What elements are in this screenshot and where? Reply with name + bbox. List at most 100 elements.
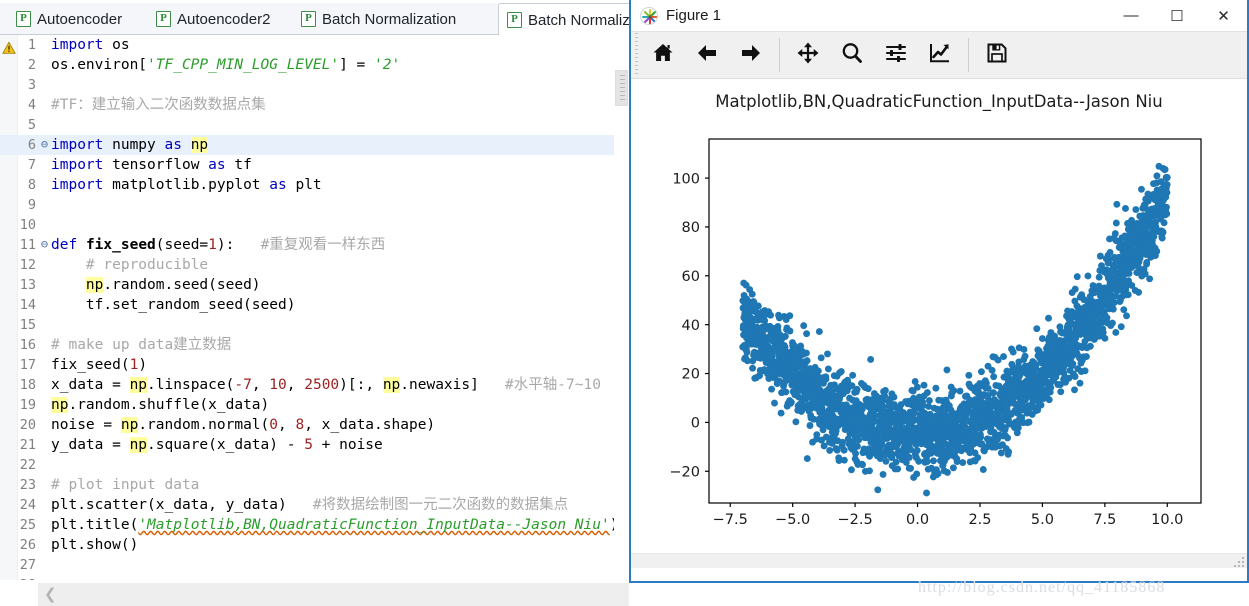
line-number: 23 [0,475,36,495]
code-text: import numpy as np [51,135,208,155]
figure-toolbar [631,31,1247,79]
code-text: # reproducible [51,255,208,275]
figure-title-bar[interactable]: Figure 1 —☐✕ [631,0,1247,31]
line-number: 27 [0,555,36,575]
code-line[interactable]: 26 plt.show() [0,535,629,555]
line-number: 19 [0,395,36,415]
code-line[interactable]: 20noise = np.random.normal(0, 8, x_data.… [0,415,629,435]
editor-tab-3[interactable]: Batch Normaliz [498,3,629,36]
line-number: 6 [0,135,36,155]
x-tick-label: −7.5 [713,512,748,528]
forward-button[interactable] [729,33,773,77]
window-controls: —☐✕ [1108,0,1247,31]
line-number: 25 [0,515,36,535]
code-fold-icon[interactable]: ⊖ [38,238,51,251]
code-line[interactable]: 25plt.title('Matplotlib,BN,QuadraticFunc… [0,515,629,535]
minimize-button[interactable]: — [1108,0,1154,31]
line-number: 26 [0,535,36,555]
code-text: y_data = np.square(x_data) - 5 + noise [51,435,383,455]
code-text: tf.set_random_seed(seed) [51,295,295,315]
y-tick-label: 100 [672,171,700,187]
maximize-button[interactable]: ☐ [1154,0,1200,31]
code-line[interactable]: 5 [0,115,629,135]
code-line[interactable]: 17fix_seed(1) [0,355,629,375]
code-line[interactable]: 1import os [0,35,629,55]
editor-tab-1[interactable]: Autoencoder2 [148,3,280,35]
code-lines[interactable]: 1import os2os.environ['TF_CPP_MIN_LOG_LE… [0,35,629,580]
move-arrows-icon [796,41,820,70]
code-line[interactable]: 13 np.random.seed(seed) [0,275,629,295]
home-icon [651,41,675,70]
code-text: np.random.shuffle(x_data) [51,395,269,415]
code-line[interactable]: 15 [0,315,629,335]
code-line[interactable]: 24plt.scatter(x_data, y_data) #将数据绘制图一元二… [0,495,629,515]
code-line[interactable]: 21y_data = np.square(x_data) - 5 + noise [0,435,629,455]
editor-vertical-scrollbar[interactable] [614,70,629,580]
y-tick-label: 80 [682,220,700,236]
vertical-scrollbar-thumb[interactable] [615,70,628,106]
line-number: 20 [0,415,36,435]
line-number: 7 [0,155,36,175]
x-tick-label: 5.0 [1031,512,1054,528]
toolbar-drag-grip[interactable] [633,33,641,77]
line-number: 16 [0,335,36,355]
line-number: 5 [0,115,36,135]
code-editor-area[interactable]: 1import os2os.environ['TF_CPP_MIN_LOG_LE… [0,35,629,580]
save-figure-button[interactable] [975,33,1019,77]
figure-canvas[interactable]: Matplotlib,BN,QuadraticFunction_InputDat… [631,80,1247,568]
figure-status-bar [631,553,1247,568]
code-line[interactable]: 19 np.random.shuffle(x_data) [0,395,629,415]
code-fold-icon[interactable]: ⊖ [38,138,51,151]
code-line[interactable]: 7import tensorflow as tf [0,155,629,175]
code-text: plt.show() [51,535,138,555]
code-line[interactable]: 18x_data = np.linspace(-7, 10, 2500)[:, … [0,375,629,395]
editor-tab-2[interactable]: Batch Normalization [293,3,466,35]
code-line[interactable]: 8import matplotlib.pyplot as plt [0,175,629,195]
python-file-icon [156,11,171,27]
figure-window-title: Figure 1 [666,7,721,24]
x-tick-label: −5.0 [775,512,810,528]
code-line[interactable]: 14 tf.set_random_seed(seed) [0,295,629,315]
code-line[interactable]: 16# make up data建立数据 [0,335,629,355]
editor-tab-label: Autoencoder [37,11,122,28]
zoom-button[interactable] [830,33,874,77]
code-line[interactable]: 4#TF：建立输入二次函数数据点集 [0,95,629,115]
code-line[interactable]: 23# plot input data [0,475,629,495]
figure-canvas-area[interactable]: Matplotlib,BN,QuadraticFunction_InputDat… [631,80,1247,568]
line-number: 11 [0,235,36,255]
code-line[interactable]: 3 [0,75,629,95]
arrow-left-icon [695,41,719,70]
line-number: 17 [0,355,36,375]
code-line[interactable]: 22 [0,455,629,475]
pan-button[interactable] [786,33,830,77]
code-line[interactable]: 2os.environ['TF_CPP_MIN_LOG_LEVEL'] = '2… [0,55,629,75]
x-axis-ticks: −7.5−5.0−2.50.02.55.07.510.0 [713,503,1184,528]
line-number: 2 [0,55,36,75]
chevron-left-icon[interactable]: ❮ [44,585,57,604]
editor-tab-label: Batch Normalization [322,11,456,28]
code-line[interactable]: 27 [0,555,629,575]
edit-axis-button[interactable] [918,33,962,77]
code-line[interactable]: 11⊖def fix_seed(seed=1): #重复观看一样东西 [0,235,629,255]
editor-horizontal-scrollbar[interactable]: ❮ [0,580,629,606]
resize-grip-icon[interactable] [1233,555,1246,568]
code-line[interactable]: 10 [0,215,629,235]
editor-tab-label: Autoencoder2 [177,11,270,28]
x-tick-label: −2.5 [837,512,872,528]
code-line[interactable]: 9 [0,195,629,215]
matplotlib-figure-window: Figure 1 —☐✕ Matplotlib,BN,QuadraticFunc… [629,0,1249,583]
editor-tab-0[interactable]: Autoencoder [8,3,132,35]
home-button[interactable] [641,33,685,77]
y-tick-label: 40 [682,318,700,334]
code-text: import os [51,35,130,55]
plot-title: Matplotlib,BN,QuadraticFunction_InputDat… [631,92,1247,111]
code-line[interactable]: 6⊖import numpy as np [0,135,629,155]
back-button[interactable] [685,33,729,77]
horizontal-scrollbar-track[interactable] [38,583,629,606]
line-number: 10 [0,215,36,235]
scatter-plot[interactable]: −7.5−5.0−2.50.02.55.07.510.0−20020406080… [631,80,1247,568]
configure-subplots-button[interactable] [874,33,918,77]
close-button[interactable]: ✕ [1200,0,1247,31]
toolbar-separator [779,38,780,72]
code-line[interactable]: 12 # reproducible [0,255,629,275]
